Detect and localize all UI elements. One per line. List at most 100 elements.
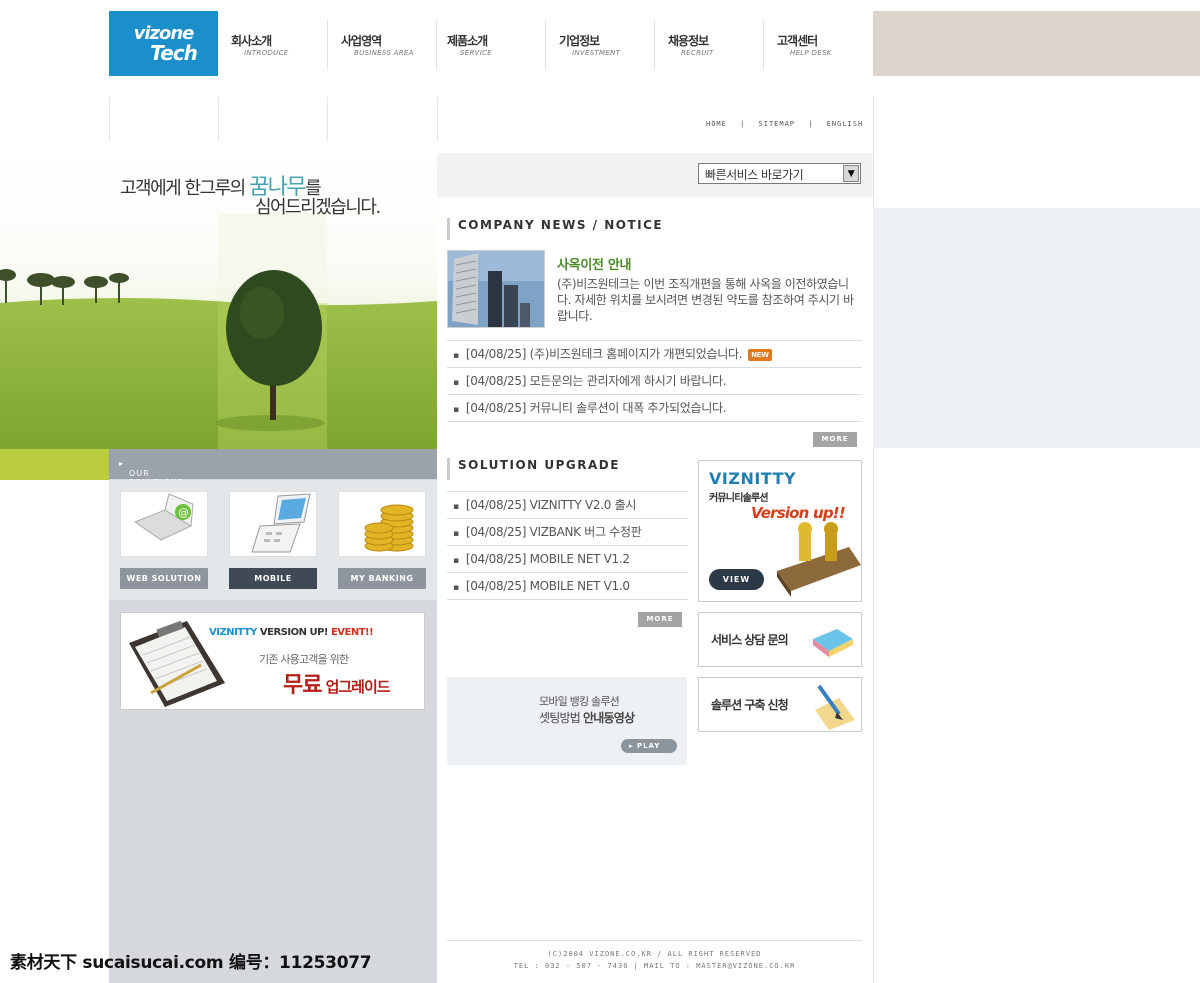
event-free: 무료 — [283, 673, 322, 698]
item-text: (주)비즈원테크 홈페이지가 개편되었습니다. — [529, 347, 743, 361]
chevron-down-icon: ▼ — [843, 165, 859, 182]
footer-divider — [447, 940, 862, 941]
nav-label: 기업정보 — [559, 34, 600, 48]
upgrade-title: SOLUTION UPGRADE — [458, 458, 620, 472]
apply-label: 솔루션 구축 신청 — [711, 698, 789, 712]
event-offer: 무료 업그레이드 — [283, 667, 391, 699]
top-right-panel — [873, 11, 1200, 76]
nav-sublabel: INVESTMENT — [572, 49, 621, 57]
logo[interactable]: vizone Tech — [109, 11, 218, 76]
nav-sublabel: INTRODUCE — [244, 49, 289, 57]
svg-text:@: @ — [178, 506, 189, 519]
right-background-panel — [873, 208, 1200, 448]
my-banking-button[interactable]: MY BANKING — [338, 568, 426, 589]
solutions-header: ▸ OUR SOLUTIONS — [109, 449, 437, 487]
list-item[interactable]: [04/08/25] (주)비즈원테크 홈페이지가 개편되었습니다. NEW — [447, 341, 862, 368]
notepad-icon — [813, 629, 853, 657]
service-inquiry-banner[interactable]: 서비스 상담 문의 — [698, 612, 862, 667]
item-date: [04/08/25] — [465, 498, 527, 512]
footer-copyright: (C)2004 VIZONE.CO.KR / ALL RIGHT RESERVE… — [547, 950, 762, 958]
viznitty-banner[interactable]: VIZNITTY 커뮤니티솔루션 Version up!! VIEW — [698, 460, 862, 602]
item-text: 커뮤니티 솔루션이 대폭 추가되었습니다. — [529, 401, 727, 415]
hero-banner: 고객에게 한그루의 꿈나무를 심어드리겠습니다. — [0, 153, 437, 449]
viz-view-button[interactable]: VIEW — [709, 569, 764, 590]
hero-tagline-2: 심어드리겠습니다. — [255, 197, 381, 218]
item-text: MOBILE NET V1.2 — [529, 552, 630, 566]
mobile-card[interactable] — [229, 491, 317, 557]
play-button[interactable]: ▸ PLAY — [621, 739, 677, 753]
nav-label: 제품소개 — [447, 34, 488, 48]
divider — [437, 97, 438, 141]
item-date: [04/08/25] — [465, 374, 527, 388]
service-label: 서비스 상담 문의 — [711, 633, 789, 647]
list-item[interactable]: [04/08/25] MOBILE NET V1.2 — [447, 546, 688, 573]
home-link[interactable]: HOME — [706, 120, 727, 128]
mobile-line2: 셋팅방법 안내동영상 — [539, 709, 635, 726]
nav-label: 채용정보 — [668, 34, 709, 48]
web-solution-card[interactable]: @ — [120, 491, 208, 557]
divider — [109, 97, 110, 141]
play-label: PLAY — [636, 742, 661, 750]
nav-item-recruit[interactable]: 채용정보 RECRUIT — [654, 20, 764, 70]
item-text: VIZNITTY V2.0 출시 — [529, 498, 637, 512]
nav-label: 회사소개 — [231, 34, 272, 48]
mobile-line2b: 안내동영상 — [582, 711, 635, 725]
item-text: 모든문의는 관리자에게 하시기 바랍니다. — [529, 374, 727, 388]
logo-line2: Tech — [150, 40, 198, 65]
footer-contact: TEL : 032 - 507 - 7436 | MAIL TO : MASTE… — [513, 962, 796, 970]
news-headline[interactable]: 사옥이전 안내 — [557, 254, 631, 273]
building-image — [448, 251, 544, 327]
item-text: VIZBANK 버그 수정판 — [529, 525, 642, 539]
nav-item-service[interactable]: 제품소개 SERVICE — [436, 20, 546, 70]
banking-card[interactable] — [338, 491, 426, 557]
solution-apply-banner[interactable]: 솔루션 구축 신청 — [698, 677, 862, 732]
news-list: [04/08/25] (주)비즈원테크 홈페이지가 개편되었습니다. NEW [0… — [447, 340, 862, 422]
building-photo[interactable] — [447, 250, 545, 328]
list-item[interactable]: [04/08/25] 모든문의는 관리자에게 하시기 바랍니다. — [447, 368, 862, 395]
list-item[interactable]: [04/08/25] MOBILE NET V1.0 — [447, 573, 688, 600]
utility-links: HOME | SITEMAP | ENGLISH — [706, 120, 863, 128]
news-body: (주)비즈원테크는 이번 조직개편을 통해 사옥을 이전하였습니다. 자세한 위… — [557, 277, 854, 323]
sitemap-link[interactable]: SITEMAP — [759, 120, 796, 128]
item-date: [04/08/25] — [465, 347, 527, 361]
item-date: [04/08/25] — [465, 552, 527, 566]
news-title: COMPANY NEWS / NOTICE — [458, 218, 664, 232]
item-date: [04/08/25] — [465, 525, 527, 539]
nav-sublabel: BUSINESS AREA — [354, 49, 414, 57]
nav-item-investment[interactable]: 기업정보 INVESTMENT — [545, 20, 655, 70]
english-link[interactable]: ENGLISH — [827, 120, 864, 128]
list-item[interactable]: [04/08/25] VIZNITTY V2.0 출시 — [447, 492, 688, 519]
upgrade-more-button[interactable]: MORE — [638, 612, 682, 627]
news-more-button[interactable]: MORE — [813, 432, 857, 447]
event-banner[interactable]: VIZNITTY VERSION UP! EVENT!! 기존 사용고객을 위한… — [120, 612, 425, 710]
item-text: MOBILE NET V1.0 — [529, 579, 630, 593]
list-item[interactable]: [04/08/25] VIZBANK 버그 수정판 — [447, 519, 688, 546]
upgrade-list: [04/08/25] VIZNITTY V2.0 출시 [04/08/25] V… — [447, 491, 688, 600]
nav-item-introduce[interactable]: 회사소개 INTRODUCE — [218, 20, 328, 70]
nav-sublabel: SERVICE — [460, 49, 492, 57]
item-date: [04/08/25] — [465, 579, 527, 593]
event-label: EVENT!! — [330, 627, 374, 638]
event-title: VIZNITTY VERSION UP! EVENT!! — [209, 627, 374, 638]
event-upgrade: 업그레이드 — [325, 678, 391, 696]
mobile-line1: 모바일 뱅킹 솔루션 — [539, 695, 620, 708]
section-marker — [447, 218, 450, 240]
watermark: 素材天下 sucaisucai.com 编号：11253077 — [10, 953, 372, 973]
quick-service-select[interactable]: 빠른서비스 바로가기 ▼ — [698, 163, 861, 184]
logo-line1: vizone — [133, 22, 195, 44]
nav-label: 고객센터 — [777, 34, 818, 48]
solutions-header-label: ▸ OUR SOLUTIONS — [119, 459, 183, 487]
mobile-button[interactable]: MOBILE — [229, 568, 317, 589]
main-nav: 회사소개 INTRODUCE 사업영역 BUSINESS AREA 제품소개 S… — [218, 20, 873, 70]
mobile-line2a: 셋팅방법 — [539, 711, 583, 725]
nav-item-helpdesk[interactable]: 고객센터 HELP DESK — [763, 20, 873, 70]
web-solution-button[interactable]: WEB SOLUTION — [120, 568, 208, 589]
pen-paper-icon — [815, 684, 855, 730]
laptop-icon: @ — [133, 493, 194, 541]
list-item[interactable]: [04/08/25] 커뮤니티 솔루션이 대폭 추가되었습니다. — [447, 395, 862, 422]
accent-bar — [0, 449, 109, 480]
hero-text: 고객에게 한그루의 — [120, 178, 249, 199]
divider — [218, 97, 219, 141]
mobile-guide-banner[interactable]: 모바일 뱅킹 솔루션 셋팅방법 안내동영상 ▸ PLAY — [447, 677, 687, 765]
nav-item-business[interactable]: 사업영역 BUSINESS AREA — [327, 20, 437, 70]
